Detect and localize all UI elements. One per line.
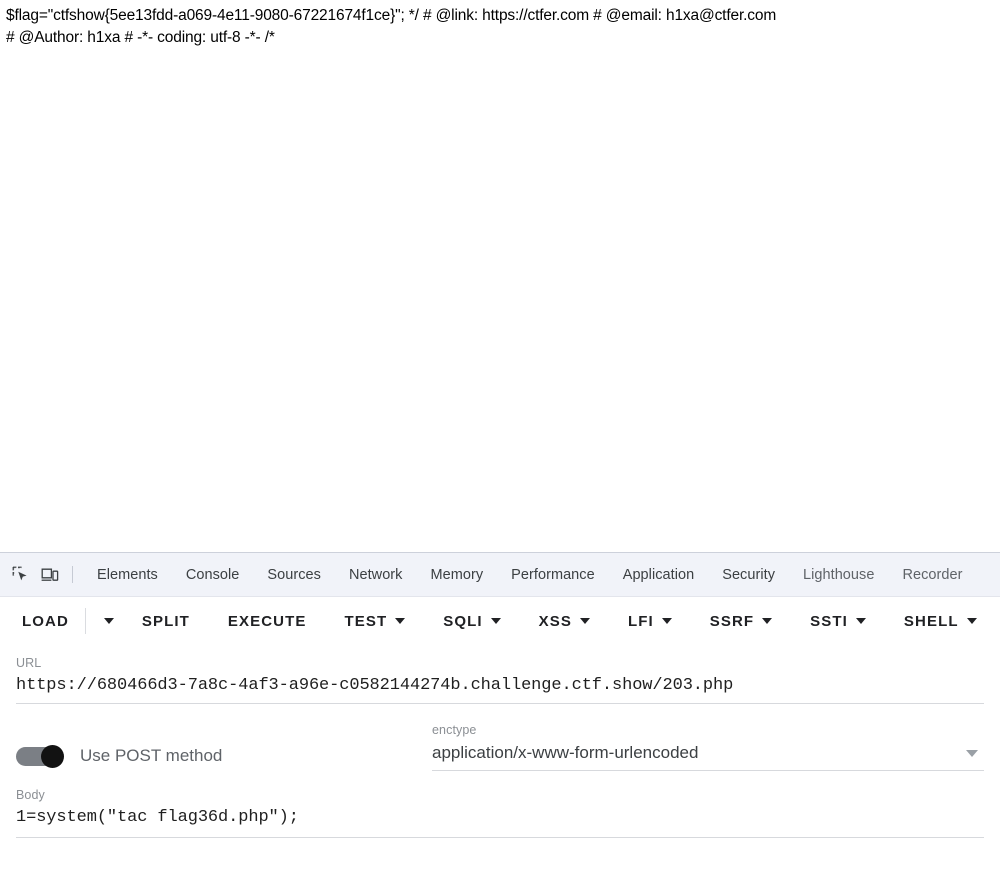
test-menu-label: TEST bbox=[344, 612, 388, 630]
devtools-tab-elements[interactable]: Elements bbox=[83, 553, 172, 597]
xss-menu-button[interactable]: XSS bbox=[533, 604, 596, 638]
url-underline bbox=[16, 703, 984, 704]
devtools-tab-recorder[interactable]: Recorder bbox=[888, 553, 976, 597]
lfi-chevron-down-icon bbox=[661, 618, 672, 624]
device-toolbar-icon[interactable] bbox=[36, 561, 64, 589]
load-menu-chevron-down-icon[interactable] bbox=[96, 604, 122, 638]
devtools-tab-performance[interactable]: Performance bbox=[497, 553, 609, 597]
shell-menu-label: SHELL bbox=[903, 612, 959, 630]
sqli-menu-label: SQLI bbox=[443, 612, 483, 630]
devtools-tab-security[interactable]: Security bbox=[708, 553, 789, 597]
enctype-value: application/x-www-form-urlencoded bbox=[432, 743, 699, 762]
devtools-tab-console[interactable]: Console bbox=[172, 553, 254, 597]
hackbar-form: URL https://680466d3-7a8c-4af3-a96e-c058… bbox=[0, 655, 1000, 838]
lfi-menu-button[interactable]: LFI bbox=[622, 604, 678, 638]
devtools-tabstrip: Elements Console Sources Network Memory … bbox=[0, 553, 1000, 597]
devtools-tab-lighthouse[interactable]: Lighthouse bbox=[789, 553, 888, 597]
enctype-field: enctype application/x-www-form-urlencode… bbox=[432, 722, 984, 771]
use-post-method-control[interactable]: Use POST method bbox=[16, 745, 432, 771]
devtools-tab-memory[interactable]: Memory bbox=[416, 553, 497, 597]
sqli-chevron-down-icon bbox=[490, 618, 501, 624]
sqli-menu-button[interactable]: SQLI bbox=[437, 604, 506, 638]
xss-menu-label: XSS bbox=[538, 612, 572, 630]
ssti-menu-label: SSTI bbox=[810, 612, 848, 630]
enctype-label: enctype bbox=[432, 723, 477, 737]
source-line-2: # @Author: h1xa # -*- coding: utf-8 -*- … bbox=[6, 29, 275, 46]
url-input[interactable]: https://680466d3-7a8c-4af3-a96e-c0582144… bbox=[16, 673, 984, 699]
test-menu-button[interactable]: TEST bbox=[338, 604, 411, 638]
body-field: Body 1=system("tac flag36d.php"); bbox=[16, 787, 984, 838]
use-post-method-label: Use POST method bbox=[80, 746, 223, 765]
body-input[interactable]: 1=system("tac flag36d.php"); bbox=[16, 805, 984, 831]
test-chevron-down-icon bbox=[395, 618, 406, 624]
body-label: Body bbox=[16, 788, 45, 802]
toggle-knob bbox=[41, 745, 64, 768]
toolbar-divider bbox=[72, 566, 73, 583]
post-and-enctype-row: Use POST method enctype application/x-ww… bbox=[16, 722, 984, 771]
page-content-area: $flag="ctfshow{5ee13fdd-a069-4e11-9080-6… bbox=[0, 0, 1000, 552]
load-button[interactable]: LOAD bbox=[16, 604, 75, 638]
hackbar-toolbar: LOAD SPLIT EXECUTE TEST SQLI XSS LFI SSR… bbox=[0, 597, 1000, 645]
ssrf-menu-label: SSRF bbox=[709, 612, 755, 630]
execute-button[interactable]: EXECUTE bbox=[222, 604, 313, 638]
devtools-panel: Elements Console Sources Network Memory … bbox=[0, 552, 1000, 878]
ssti-chevron-down-icon bbox=[855, 618, 866, 624]
split-button[interactable]: SPLIT bbox=[136, 604, 196, 638]
enctype-underline bbox=[432, 770, 984, 771]
devtools-tab-network[interactable]: Network bbox=[335, 553, 417, 597]
load-divider bbox=[84, 608, 86, 634]
shell-menu-button[interactable]: SHELL bbox=[898, 604, 983, 638]
ssrf-chevron-down-icon bbox=[762, 618, 773, 624]
url-label: URL bbox=[16, 656, 42, 670]
ssti-menu-button[interactable]: SSTI bbox=[804, 604, 872, 638]
lfi-menu-label: LFI bbox=[627, 612, 654, 630]
enctype-chevron-down-icon bbox=[966, 749, 978, 757]
source-line-1: $flag="ctfshow{5ee13fdd-a069-4e11-9080-6… bbox=[6, 7, 777, 24]
url-field: URL https://680466d3-7a8c-4af3-a96e-c058… bbox=[16, 655, 984, 704]
xss-chevron-down-icon bbox=[579, 618, 590, 624]
ssrf-menu-button[interactable]: SSRF bbox=[704, 604, 778, 638]
use-post-method-toggle[interactable] bbox=[16, 745, 64, 768]
devtools-tab-application[interactable]: Application bbox=[609, 553, 709, 597]
shell-chevron-down-icon bbox=[966, 618, 977, 624]
devtools-tab-sources[interactable]: Sources bbox=[253, 553, 335, 597]
enctype-select[interactable]: application/x-www-form-urlencoded bbox=[432, 740, 984, 766]
inspect-element-icon[interactable] bbox=[6, 561, 34, 589]
body-underline bbox=[16, 837, 984, 838]
